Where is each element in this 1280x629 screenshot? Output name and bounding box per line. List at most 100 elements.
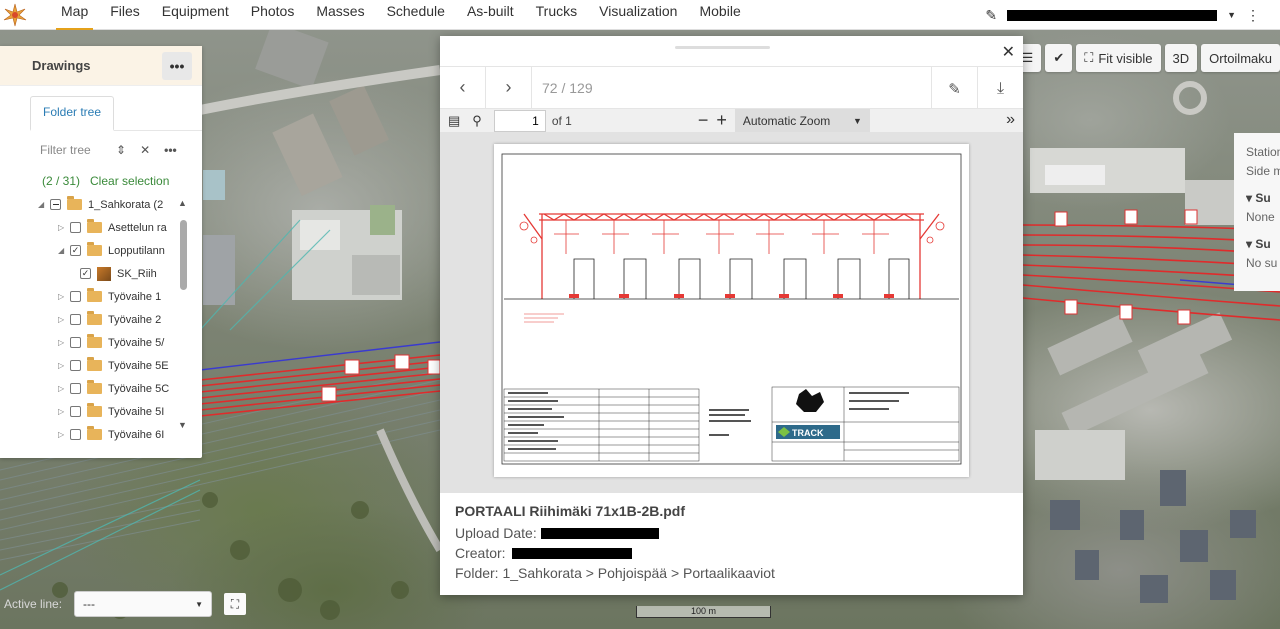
close-icon[interactable]: ✕ xyxy=(1002,42,1015,62)
page-number-input[interactable]: 1 xyxy=(493,109,546,132)
active-line-value: --- xyxy=(83,597,95,611)
station-label: Station xyxy=(1246,145,1280,159)
viewer-actions: ✎ ⤓ xyxy=(931,67,1023,110)
prev-file-button[interactable]: ‹ xyxy=(440,66,486,109)
check-eye-icon: ✔ xyxy=(1053,50,1065,65)
tree-checkbox[interactable] xyxy=(70,314,81,325)
tree-label: Työvaihe 5C xyxy=(108,382,170,395)
nav-item-map[interactable]: Map xyxy=(50,0,99,30)
collapsed-icon[interactable]: ▷ xyxy=(58,292,70,301)
drawings-panel: Drawings ••• Folder tree Filter tree ⇕ ✕… xyxy=(0,46,202,458)
3d-button[interactable]: 3D xyxy=(1164,44,1198,72)
filter-row: Filter tree ⇕ ✕ ••• xyxy=(0,131,202,169)
section-title[interactable]: ▾ Su xyxy=(1246,237,1280,256)
tree-scrollbar[interactable]: ▲ ▼ xyxy=(178,198,188,430)
tree-checkbox[interactable] xyxy=(70,360,81,371)
tree-checkbox[interactable]: ✓ xyxy=(80,268,91,279)
tree-checkbox[interactable]: ✓ xyxy=(70,245,81,256)
drawings-more-button[interactable]: ••• xyxy=(162,51,192,80)
collapsed-icon[interactable]: ▷ xyxy=(58,315,70,324)
side-label: Side m xyxy=(1246,164,1280,178)
nav-item-schedule[interactable]: Schedule xyxy=(376,0,456,30)
collapsed-icon[interactable]: ▷ xyxy=(58,430,70,439)
chevron-right-icon: › xyxy=(505,77,512,97)
drag-handle[interactable] xyxy=(675,46,770,49)
scrollbar-thumb[interactable] xyxy=(180,220,187,290)
expanded-icon[interactable]: ◢ xyxy=(58,246,70,255)
drawing-brand-text: TRACK xyxy=(792,428,824,438)
nav-item-files[interactable]: Files xyxy=(99,0,151,30)
nav-item-visualization[interactable]: Visualization xyxy=(588,0,688,30)
pencil-icon[interactable]: ✎ xyxy=(985,7,997,24)
pencil-icon: ✎ xyxy=(948,80,961,98)
edit-button[interactable]: ✎ xyxy=(931,67,977,110)
fit-icon: ⛶ xyxy=(1084,50,1094,65)
creator-row: Creator: xyxy=(455,543,1015,563)
tree-label: Työvaihe 5I xyxy=(108,405,165,418)
zoom-out-icon[interactable]: − xyxy=(698,110,709,131)
zoom-select[interactable]: Automatic Zoom ▼ xyxy=(734,108,870,133)
tree-checkbox[interactable] xyxy=(70,291,81,302)
tree-checkbox[interactable] xyxy=(70,429,81,440)
chevron-down-icon[interactable]: ▼ xyxy=(1227,10,1236,20)
file-counter: 72 / 129 xyxy=(542,79,593,96)
zoom-in-icon[interactable]: + xyxy=(716,110,727,131)
collapsed-icon[interactable]: ▷ xyxy=(58,223,70,232)
active-line-select[interactable]: --- ▼ xyxy=(74,591,212,617)
clear-selection-link[interactable]: Clear selection xyxy=(90,174,169,188)
filter-tree-input[interactable]: Filter tree xyxy=(40,143,116,157)
nav-item-trucks[interactable]: Trucks xyxy=(525,0,588,30)
scroll-down-icon[interactable]: ▼ xyxy=(178,420,187,430)
zoom-controls: − + xyxy=(698,110,727,131)
nav-item-mobile[interactable]: Mobile xyxy=(688,0,751,30)
collapsed-icon[interactable]: ▷ xyxy=(58,407,70,416)
expanded-icon[interactable]: ◢ xyxy=(38,200,50,209)
fullscreen-button[interactable]: ⛶ xyxy=(224,593,246,615)
expand-collapse-icon[interactable]: ⇕ xyxy=(116,143,126,157)
collapsed-icon[interactable]: ▷ xyxy=(58,384,70,393)
download-icon: ⤓ xyxy=(996,79,1005,97)
fit-visible-button[interactable]: ⛶ Fit visible xyxy=(1076,44,1161,72)
file-name: PORTAALI Riihimäki 71x1B-2B.pdf xyxy=(455,503,686,519)
folder-icon xyxy=(87,219,102,233)
folder-tree: ◢ 1_Sahkorata (2 ▷ Asettelun ra ◢ ✓ Lopp… xyxy=(0,193,202,446)
more-icon[interactable]: ••• xyxy=(164,143,177,157)
page-total: of 1 xyxy=(551,113,572,128)
tree-checkbox[interactable] xyxy=(70,222,81,233)
visibility-check-button[interactable]: ✔ xyxy=(1045,44,1073,72)
nav-item-photos[interactable]: Photos xyxy=(240,0,306,30)
nav-item-as-built[interactable]: As-built xyxy=(456,0,525,30)
tree-label: Lopputilann xyxy=(108,244,165,257)
folder-path: Folder: 1_Sahkorata > Pohjoispää > Porta… xyxy=(455,565,775,581)
section-value: None xyxy=(1246,210,1275,224)
tree-checkbox[interactable] xyxy=(70,406,81,417)
collapsed-icon[interactable]: ▷ xyxy=(58,361,70,370)
layers-icon: ☰ xyxy=(1021,50,1034,65)
tree-checkbox[interactable] xyxy=(70,337,81,348)
app-logo-icon[interactable] xyxy=(0,0,30,30)
scroll-up-icon[interactable]: ▲ xyxy=(178,198,187,208)
map-tools: ☰ ✔ ⛶ Fit visible 3D Ortoilmaku xyxy=(1013,44,1280,72)
more-vertical-icon[interactable]: ⋮ xyxy=(1246,7,1260,24)
pdf-canvas-area[interactable]: TRACK xyxy=(440,132,1023,493)
redacted-creator xyxy=(511,547,632,559)
tree-label: Työvaihe 1 xyxy=(108,290,162,303)
search-icon[interactable]: ⚲ xyxy=(472,113,482,129)
tree-checkbox[interactable] xyxy=(50,199,61,210)
tab-folder-tree[interactable]: Folder tree xyxy=(30,96,115,131)
nav-right: ✎ ▼ ⋮ xyxy=(985,0,1260,30)
ortho-imagery-button[interactable]: Ortoilmaku xyxy=(1201,44,1280,72)
fullscreen-icon: ⛶ xyxy=(230,596,240,611)
more-tools-icon[interactable]: » xyxy=(1006,111,1015,129)
section-title[interactable]: ▾ Su xyxy=(1246,191,1280,210)
collapsed-icon[interactable]: ▷ xyxy=(58,338,70,347)
nav-item-equipment[interactable]: Equipment xyxy=(151,0,240,30)
tree-checkbox[interactable] xyxy=(70,383,81,394)
tree-label: Asettelun ra xyxy=(108,221,167,234)
collapse-all-icon[interactable]: ✕ xyxy=(140,143,150,157)
next-file-button[interactable]: › xyxy=(486,66,532,109)
fit-visible-label: Fit visible xyxy=(1098,50,1153,66)
download-button[interactable]: ⤓ xyxy=(977,67,1023,110)
sidebar-toggle-icon[interactable]: ▤ xyxy=(448,113,460,129)
nav-item-masses[interactable]: Masses xyxy=(305,0,375,30)
